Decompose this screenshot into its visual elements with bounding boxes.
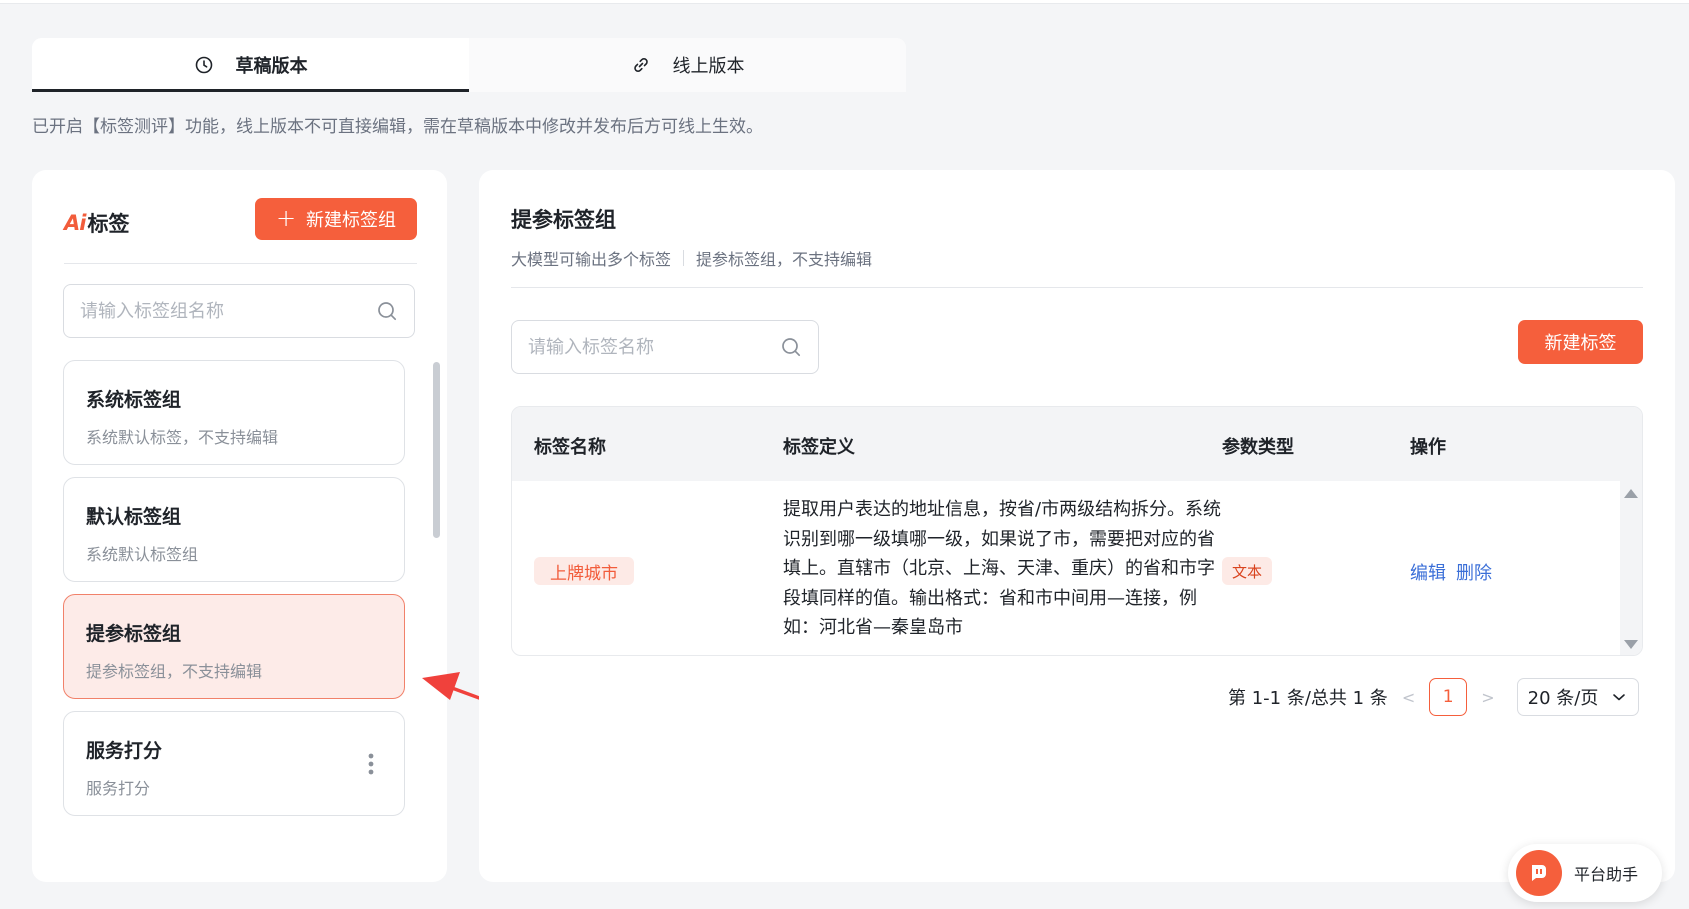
- tag-group-title: 默认标签组: [86, 506, 182, 528]
- page-subtitle: 大模型可输出多个标签 提参标签组，不支持编辑: [511, 246, 1643, 270]
- subtitle-multi-output: 大模型可输出多个标签: [511, 250, 672, 269]
- new-tag-group-button[interactable]: + 新建标签组: [255, 198, 417, 240]
- page-size-value: 20 条/页: [1527, 688, 1599, 709]
- publish-notice: 已开启【标签测评】功能，线上版本不可直接编辑，需在草稿版本中修改并发布后方可线上…: [32, 117, 763, 137]
- table-row: 上牌城市 提取用户表达的地址信息，按省/市两级结构拆分。系统识别到哪一级填哪一级…: [512, 481, 1642, 655]
- column-header-definition: 标签定义: [783, 437, 855, 458]
- assistant-icon: [1516, 850, 1562, 896]
- tag-group-desc: 服务打分: [86, 779, 151, 798]
- tab-online[interactable]: 线上版本: [469, 38, 906, 92]
- link-icon: [633, 58, 648, 72]
- tag-group-panel: Ai 标签 + 新建标签组 系统标签组 系统默认标签，不支持编辑 默认标签组 系…: [32, 170, 447, 882]
- search-icon[interactable]: [780, 336, 802, 358]
- tag-group-title: 系统标签组: [86, 389, 182, 411]
- column-header-actions: 操作: [1410, 437, 1446, 458]
- tag-group-desc: 系统默认标签组: [86, 545, 199, 564]
- platform-assistant-button[interactable]: 平台助手: [1508, 844, 1662, 902]
- tag-group-desc: 系统默认标签，不支持编辑: [86, 428, 279, 447]
- tag-list-panel: 提参标签组 大模型可输出多个标签 提参标签组，不支持编辑 新建标签 标签名称 标…: [479, 170, 1675, 882]
- param-type-badge: 文本: [1222, 557, 1273, 585]
- pagination: 第 1-1 条/总共 1 条 < 1 > 20 条/页: [1228, 678, 1639, 716]
- tag-group-search: [63, 284, 415, 338]
- tag-group-title: 服务打分: [86, 740, 163, 762]
- tag-list-header: 提参标签组 大模型可输出多个标签 提参标签组，不支持编辑: [511, 204, 1643, 288]
- version-tabs: 草稿版本 线上版本: [32, 38, 906, 92]
- scroll-down-icon[interactable]: [1624, 640, 1638, 649]
- tab-online-label: 线上版本: [672, 56, 745, 77]
- table-scrollbar[interactable]: [1620, 481, 1642, 655]
- tag-search-input[interactable]: [528, 336, 780, 358]
- plus-icon: +: [275, 204, 297, 232]
- prev-page-icon[interactable]: <: [1402, 688, 1415, 707]
- next-page-icon[interactable]: >: [1481, 688, 1494, 707]
- tab-draft[interactable]: 草稿版本: [32, 38, 469, 92]
- tag-group-search-input[interactable]: [80, 300, 376, 322]
- new-tag-button[interactable]: 新建标签: [1518, 320, 1643, 364]
- new-tag-group-label: 新建标签组: [306, 210, 397, 231]
- tag-table: 标签名称 标签定义 参数类型 操作 上牌城市 提取用户表达的地址信息，按省/市两…: [511, 406, 1643, 656]
- pagination-summary: 第 1-1 条/总共 1 条: [1228, 688, 1388, 709]
- table-header: 标签名称 标签定义 参数类型 操作: [512, 407, 1642, 481]
- tag-group-desc: 提参标签组，不支持编辑: [86, 662, 263, 681]
- subtitle-group-desc: 提参标签组，不支持编辑: [696, 250, 873, 269]
- search-icon[interactable]: [376, 300, 398, 322]
- tag-group-card[interactable]: 系统标签组 系统默认标签，不支持编辑: [63, 360, 405, 465]
- tag-group-title: 提参标签组: [86, 623, 182, 645]
- tag-search: [511, 320, 819, 374]
- group-list-scrollbar[interactable]: [433, 362, 440, 538]
- column-header-type: 参数类型: [1222, 437, 1294, 458]
- edit-link[interactable]: 编辑: [1410, 559, 1446, 585]
- page-number-button[interactable]: 1: [1429, 678, 1468, 716]
- panel-title-text: 标签: [87, 212, 130, 236]
- tag-group-header: Ai 标签 + 新建标签组: [64, 198, 417, 264]
- subtitle-divider: [683, 250, 685, 266]
- tag-name-badge: 上牌城市: [534, 557, 634, 585]
- scroll-up-icon[interactable]: [1624, 489, 1638, 498]
- more-vertical-icon[interactable]: [368, 752, 374, 776]
- page-size-select[interactable]: 20 条/页: [1516, 678, 1639, 716]
- tab-draft-label: 草稿版本: [235, 56, 308, 77]
- delete-link[interactable]: 删除: [1456, 559, 1492, 585]
- top-divider: [0, 0, 1689, 4]
- tag-definition: 提取用户表达的地址信息，按省/市两级结构拆分。系统识别到哪一级填哪一级，如果说了…: [783, 499, 1222, 638]
- page-title: 提参标签组: [511, 208, 616, 232]
- tag-group-card[interactable]: 服务打分 服务打分: [63, 711, 405, 816]
- panel-title: Ai 标签: [64, 208, 129, 238]
- column-header-name: 标签名称: [534, 437, 606, 458]
- tag-group-card-selected[interactable]: 提参标签组 提参标签组，不支持编辑: [63, 594, 405, 699]
- clock-icon: [195, 56, 212, 74]
- assistant-label: 平台助手: [1574, 865, 1639, 884]
- ai-logo: Ai: [64, 211, 86, 235]
- tag-group-card[interactable]: 默认标签组 系统默认标签组: [63, 477, 405, 582]
- chevron-down-icon: [1612, 694, 1625, 701]
